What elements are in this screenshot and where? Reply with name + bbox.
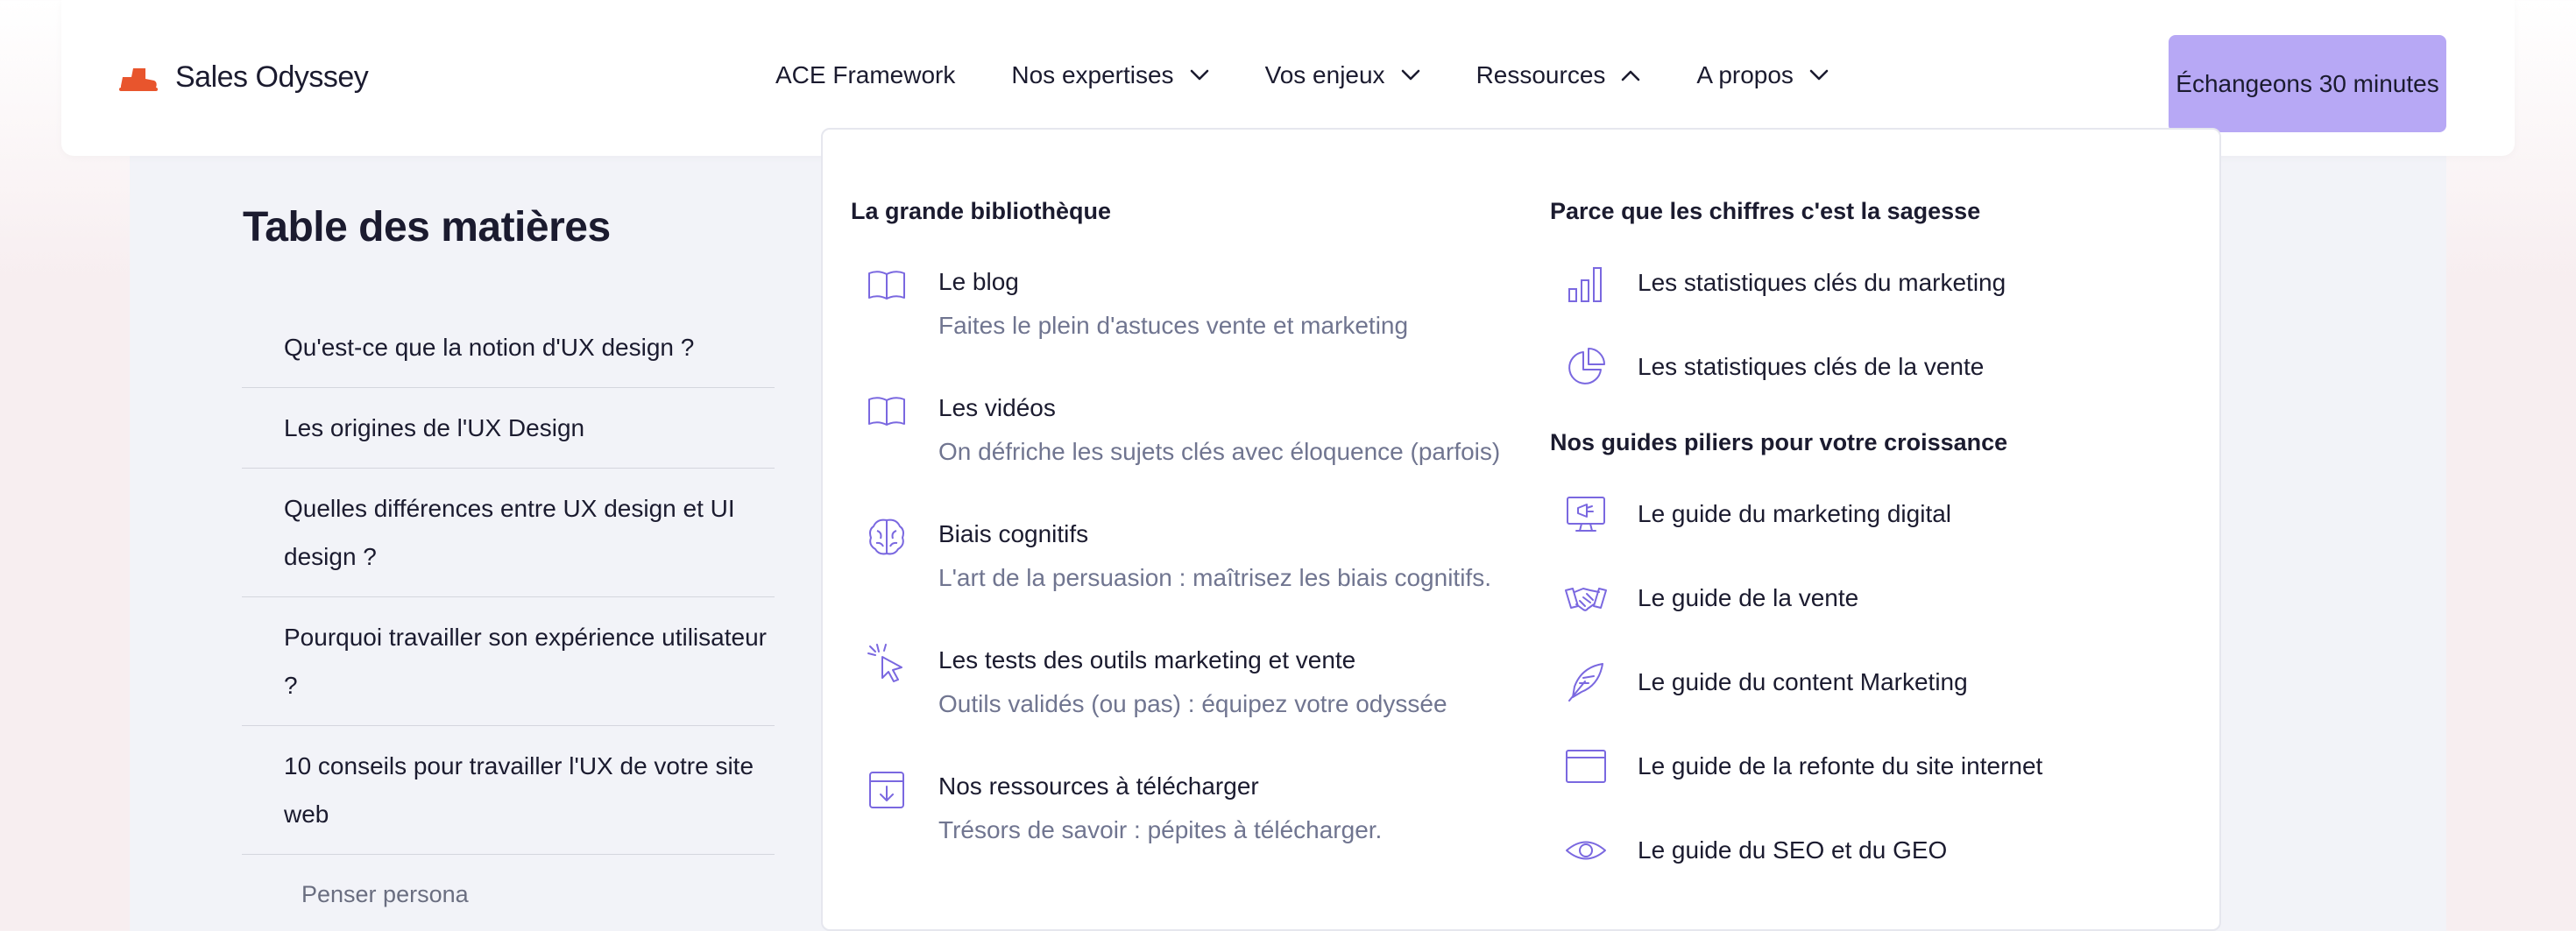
nav-item-a-propos[interactable]: A propos: [1696, 61, 1829, 89]
menu-item-stats-marketing[interactable]: Les statistiques clés du marketing: [1564, 261, 2006, 305]
menu-item-desc: Outils validés (ou pas) : équipez votre …: [938, 690, 1447, 717]
left-column-title: La grande bibliothèque: [851, 198, 1112, 224]
brand-name: Sales Odyssey: [175, 60, 369, 94]
browser-window-icon: [1566, 750, 1606, 783]
table-of-contents: Qu'est-ce que la notion d'UX design ? Le…: [242, 311, 775, 931]
menu-item-desc: L'art de la persuasion : maîtrisez les b…: [938, 564, 1491, 591]
brand-logo[interactable]: Sales Odyssey: [116, 60, 369, 95]
menu-item-title: Les tests des outils marketing et vente: [938, 646, 1356, 674]
guides-column-title: Nos guides piliers pour votre croissance: [1550, 429, 2008, 455]
menu-item-guide-seo-geo[interactable]: Le guide du SEO et du GEO: [1564, 829, 1947, 872]
toc-item[interactable]: 10 conseils pour travailler l'UX de votr…: [242, 726, 775, 855]
shoe-logo-icon: [119, 68, 158, 91]
menu-item-videos[interactable]: Les vidéos On défriche les sujets clés a…: [865, 394, 1500, 466]
menu-item-guide-vente[interactable]: Le guide de la vente: [1564, 576, 1858, 620]
book-call-button[interactable]: Échangeons 30 minutes: [2169, 35, 2446, 132]
feather-pen-icon: [1568, 663, 1603, 702]
menu-item-title: Les statistiques clés du marketing: [1638, 269, 2006, 296]
menu-item-guide-content-marketing[interactable]: Le guide du content Marketing: [1564, 660, 1968, 704]
nav-item-vos-enjeux[interactable]: Vos enjeux: [1265, 61, 1420, 89]
main-nav: ACE Framework Nos expertises Vos enjeux …: [775, 61, 1885, 89]
eye-icon: [1566, 841, 1606, 860]
toc-item[interactable]: Pourquoi travailler son expérience utili…: [242, 597, 775, 726]
nav-item-label: ACE Framework: [775, 61, 956, 88]
nav-item-nos-expertises[interactable]: Nos expertises: [1011, 61, 1208, 89]
menu-item-biais-cognitifs[interactable]: Biais cognitifs L'art de la persuasion :…: [865, 518, 1491, 592]
menu-item-title: Les statistiques clés de la vente: [1638, 353, 1985, 380]
chevron-down-icon: [1401, 69, 1419, 81]
menu-item-tests-outils[interactable]: Les tests des outils marketing et vente …: [865, 644, 1447, 718]
nav-item-ace-framework[interactable]: ACE Framework: [775, 61, 955, 89]
nav-item-label: A propos: [1696, 61, 1794, 88]
menu-item-title: Les vidéos: [938, 394, 1056, 421]
chevron-down-icon: [1809, 69, 1829, 81]
ressources-dropdown-menu: La grande bibliothèque Le blog Faites le…: [821, 128, 2221, 931]
nav-item-label: Nos expertises: [1011, 61, 1174, 88]
menu-item-guide-refonte-site[interactable]: Le guide de la refonte du site internet: [1564, 744, 2042, 788]
menu-item-title: Le blog: [938, 268, 1019, 295]
pie-chart-icon: [1568, 348, 1605, 384]
menu-item-title: Le guide de la refonte du site internet: [1638, 752, 2043, 779]
monitor-megaphone-icon: [1567, 497, 1605, 532]
menu-item-title: Nos ressources à télécharger: [938, 772, 1259, 800]
nav-item-label: Vos enjeux: [1264, 61, 1385, 88]
chevron-down-icon: [1190, 69, 1208, 81]
toc-item[interactable]: Les origines de l'UX Design: [242, 388, 775, 469]
book-icon: [868, 271, 905, 300]
menu-item-ressources-telecharger[interactable]: Nos ressources à télécharger Trésors de …: [865, 772, 1382, 844]
menu-item-blog[interactable]: Le blog Faites le plein d'astuces vente …: [865, 268, 1408, 340]
chevron-up-icon: [1622, 70, 1640, 81]
download-icon: [869, 772, 904, 808]
toc-subitem[interactable]: Penser persona: [242, 855, 775, 931]
menu-item-desc: On défriche les sujets clés avec éloquen…: [938, 438, 1501, 465]
menu-item-title: Le guide du SEO et du GEO: [1638, 836, 1948, 864]
nav-item-ressources[interactable]: Ressources: [1476, 61, 1641, 89]
menu-item-guide-marketing-digital[interactable]: Le guide du marketing digital: [1564, 492, 1951, 536]
toc-title: Table des matières: [243, 204, 611, 250]
stats-column-title: Parce que les chiffres c'est la sagesse: [1550, 198, 1981, 224]
menu-item-stats-vente[interactable]: Les statistiques clés de la vente: [1564, 345, 1984, 389]
cursor-click-icon: [867, 644, 902, 682]
toc-item[interactable]: Qu'est-ce que la notion d'UX design ?: [242, 311, 775, 388]
nav-item-label: Ressources: [1476, 61, 1606, 88]
book-icon: [868, 397, 905, 426]
bar-chart-icon: [1568, 267, 1602, 302]
toc-item[interactable]: Quelles différences entre UX design et U…: [242, 469, 775, 597]
menu-item-title: Biais cognitifs: [938, 520, 1089, 547]
brain-icon: [869, 518, 904, 555]
handshake-icon: [1565, 588, 1607, 611]
menu-item-title: Le guide de la vente: [1638, 584, 1859, 611]
menu-item-title: Le guide du content Marketing: [1638, 668, 1968, 695]
menu-item-desc: Faites le plein d'astuces vente et marke…: [938, 312, 1409, 339]
menu-item-title: Le guide du marketing digital: [1638, 500, 1952, 527]
menu-item-desc: Trésors de savoir : pépites à télécharge…: [938, 816, 1383, 843]
